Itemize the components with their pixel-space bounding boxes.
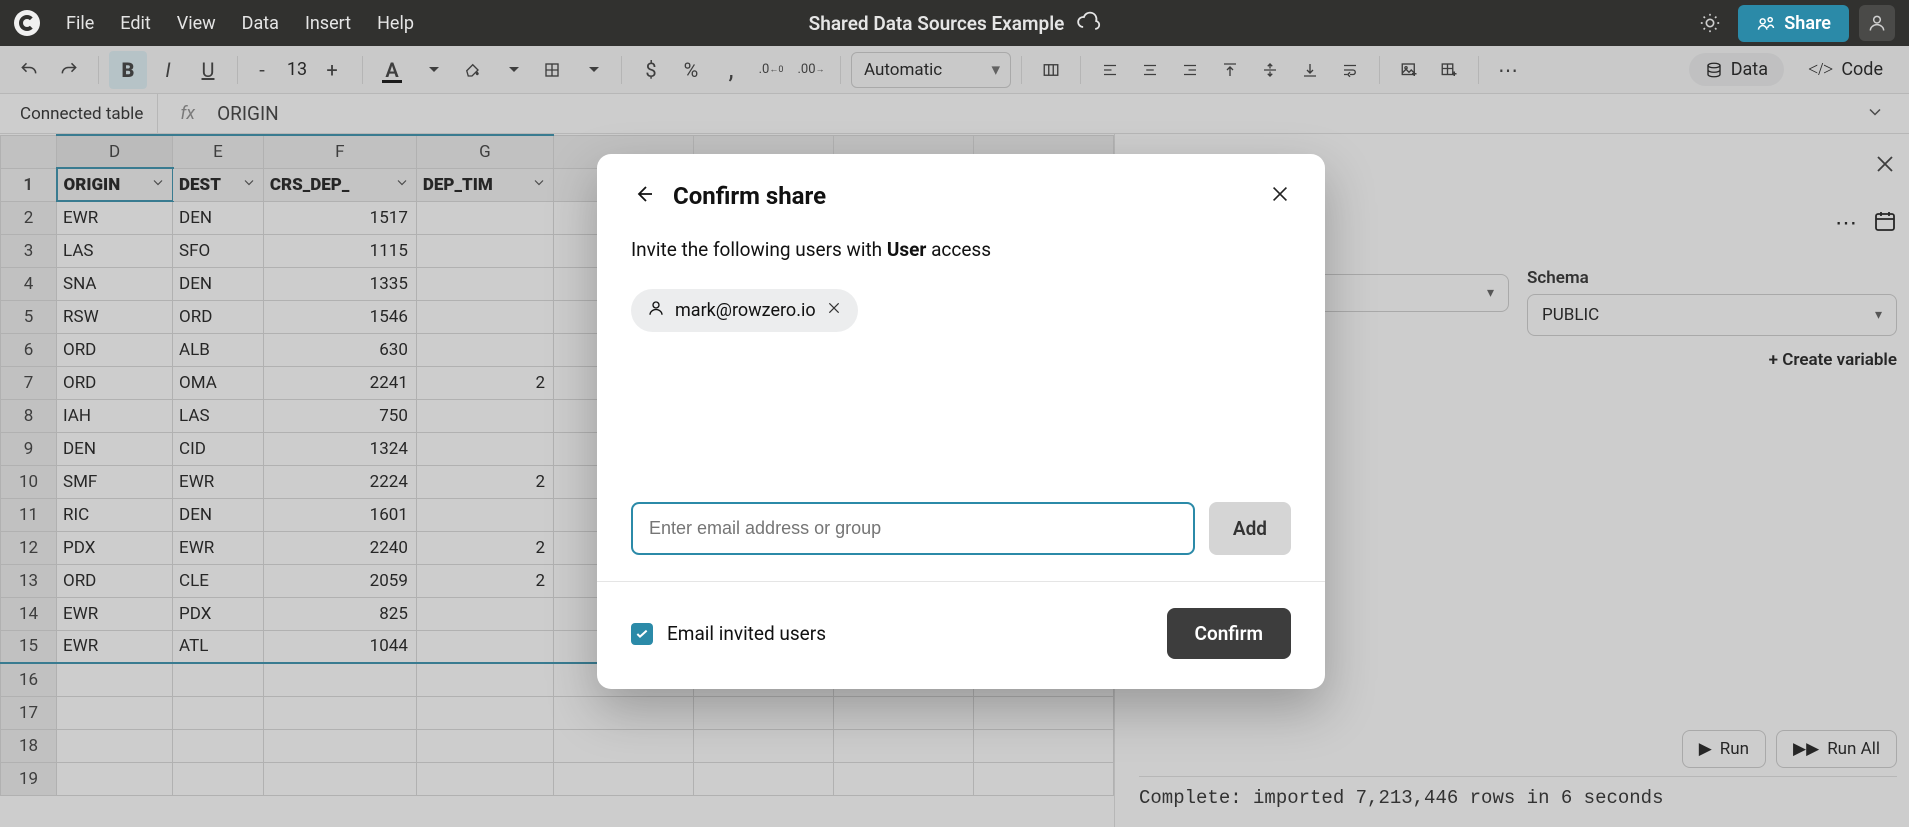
app-logo[interactable] <box>14 10 40 36</box>
email-users-label[interactable]: Email invited users <box>667 622 826 645</box>
add-button[interactable]: Add <box>1209 502 1291 555</box>
menu-data[interactable]: Data <box>242 13 279 34</box>
chip-remove-button[interactable] <box>826 300 842 321</box>
confirm-button[interactable]: Confirm <box>1167 608 1291 659</box>
doc-title-area: Shared Data Sources Example <box>809 9 1101 38</box>
menubar: File Edit View Data Insert Help Shared D… <box>0 0 1909 46</box>
cloud-sync-icon <box>1076 9 1100 38</box>
menu-help[interactable]: Help <box>377 13 414 34</box>
modal-back-button[interactable] <box>631 182 655 210</box>
email-input[interactable] <box>631 502 1195 555</box>
menu-insert[interactable]: Insert <box>305 13 351 34</box>
user-menu-button[interactable] <box>1859 5 1895 41</box>
chip-email: mark@rowzero.io <box>675 300 816 321</box>
modal-title: Confirm share <box>673 182 826 210</box>
modal-close-button[interactable] <box>1269 183 1291 209</box>
person-icon <box>647 299 665 322</box>
share-button[interactable]: Share <box>1738 5 1849 42</box>
theme-toggle-icon[interactable] <box>1692 5 1728 41</box>
invitee-chips: mark@rowzero.io <box>631 289 1291 332</box>
invitee-chip: mark@rowzero.io <box>631 289 858 332</box>
share-button-label: Share <box>1784 13 1831 34</box>
menu-file[interactable]: File <box>66 13 94 34</box>
confirm-share-modal: Confirm share Invite the following users… <box>597 154 1325 689</box>
email-users-checkbox[interactable] <box>631 623 653 645</box>
doc-title[interactable]: Shared Data Sources Example <box>809 12 1065 35</box>
menu-view[interactable]: View <box>177 13 216 34</box>
menu-edit[interactable]: Edit <box>120 13 150 34</box>
invite-description: Invite the following users with User acc… <box>631 238 1291 261</box>
